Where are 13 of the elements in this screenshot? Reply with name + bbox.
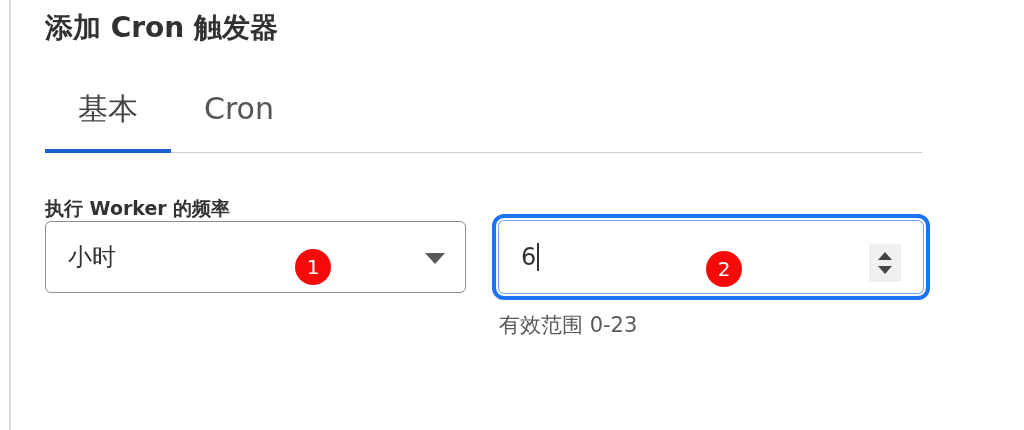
tab[interactable]: Cron (171, 89, 307, 153)
annotation-badge: 1 (295, 249, 331, 285)
input-value: 6 (521, 243, 540, 271)
annotation-badge: 2 (706, 251, 742, 287)
field-label: 执行 Worker 的频率 (45, 196, 232, 221)
tab[interactable]: 基本 (45, 89, 171, 153)
select-value: 小时 (68, 242, 116, 273)
dialog-title: 添加 Cron 触发器 (45, 10, 280, 46)
spinner-icon (869, 244, 901, 282)
hint-text: 有效范围 0-23 (499, 312, 639, 339)
caret-icon (425, 253, 445, 264)
number-input[interactable]: 6 2 (492, 214, 930, 300)
unit-select[interactable]: 小时 1 (45, 221, 466, 293)
